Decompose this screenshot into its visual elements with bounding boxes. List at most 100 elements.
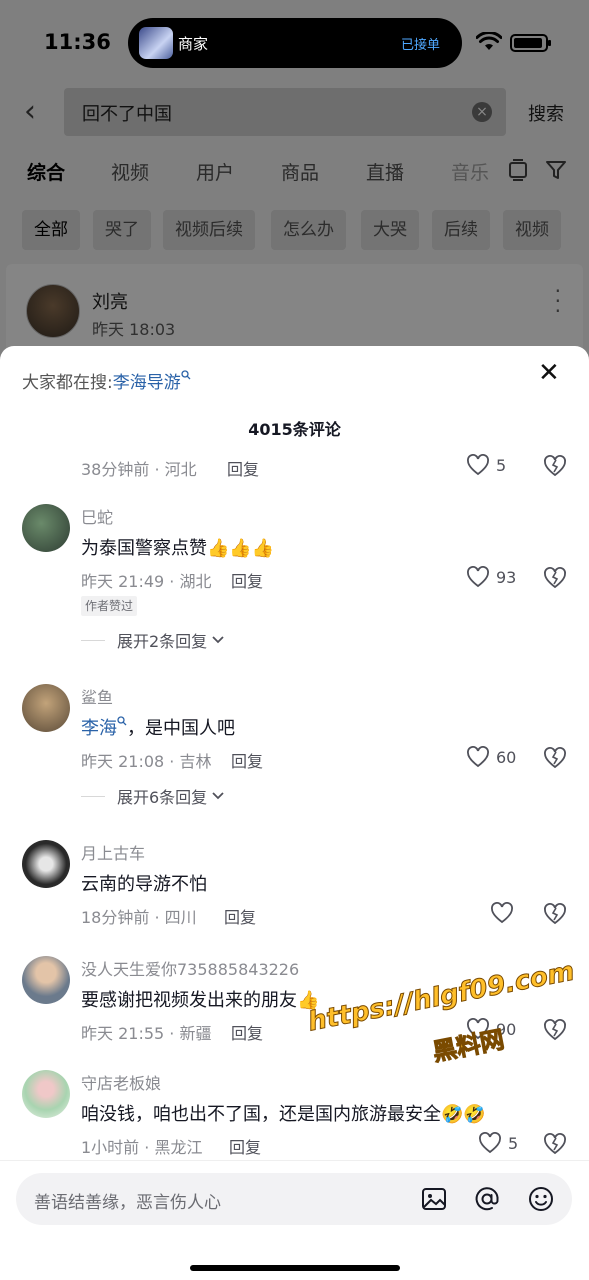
like-button[interactable]: 60: [466, 746, 516, 768]
reply-button[interactable]: 回复: [227, 456, 259, 480]
back-arrow-icon[interactable]: ‹: [24, 97, 48, 128]
close-icon[interactable]: ✕: [538, 360, 560, 386]
divider: [81, 639, 105, 641]
comment-sheet: 大家都在搜:李海导游 ✕ 4015条评论 38分钟前 · 河北 回复 5 巳蛇 …: [0, 346, 589, 1280]
comment-meta: 1小时前 · 黑龙江: [81, 1138, 203, 1157]
reply-button[interactable]: 回复: [231, 1020, 263, 1044]
comment-text: 云南的导游不怕: [81, 874, 207, 895]
like-button[interactable]: 5: [466, 454, 506, 476]
comment-text: 李海 ，是中国人吧: [81, 716, 235, 739]
mention-link[interactable]: 李海: [81, 718, 117, 739]
hot-search-term[interactable]: 李海导游: [113, 373, 181, 393]
comment-username[interactable]: 没人天生爱你735885843226: [81, 956, 299, 980]
expand-replies-button[interactable]: 展开2条回复: [81, 628, 225, 652]
search-bar: ‹ 回不了中国 × 搜索: [0, 88, 589, 138]
layout-icon[interactable]: [507, 158, 529, 182]
reply-button[interactable]: 回复: [231, 568, 263, 592]
avatar[interactable]: [26, 284, 80, 338]
avatar[interactable]: [22, 504, 70, 552]
search-icon: [117, 716, 127, 726]
hot-search-hint[interactable]: 大家都在搜:李海导游: [22, 368, 191, 393]
dislike-icon[interactable]: [542, 1018, 568, 1042]
avatar[interactable]: [22, 684, 70, 732]
comment-username[interactable]: 守店老板娘: [81, 1070, 161, 1094]
comment-input-bar: 善语结善缘，恶言伤人心: [0, 1160, 589, 1280]
like-button[interactable]: [490, 902, 514, 924]
dislike-icon[interactable]: [542, 746, 568, 770]
emoji-icon[interactable]: [527, 1185, 555, 1213]
tab-live[interactable]: 直播: [366, 158, 404, 185]
island-title: 商家: [178, 35, 209, 53]
expand-replies-button[interactable]: 展开6条回复: [81, 784, 225, 808]
comment-username[interactable]: 巳蛇: [81, 504, 113, 528]
comment-input[interactable]: 善语结善缘，恶言伤人心: [16, 1173, 572, 1225]
more-icon[interactable]: · · ·: [555, 281, 561, 321]
chip-video[interactable]: 视频: [503, 210, 561, 250]
tab-users[interactable]: 用户: [196, 158, 234, 185]
tab-videos[interactable]: 视频: [111, 158, 149, 185]
heart-icon: [467, 746, 489, 768]
comment-meta: 38分钟前 · 河北: [81, 460, 197, 479]
search-button[interactable]: 搜索: [528, 100, 564, 126]
home-indicator: [190, 1265, 400, 1271]
clear-icon[interactable]: ×: [472, 102, 492, 122]
result-tabs: 综合 视频 用户 商品 直播 音乐: [0, 158, 589, 188]
like-count: 5: [508, 1133, 519, 1153]
comment-meta: 昨天 21:49 · 湖北: [81, 572, 212, 591]
heart-icon: [491, 902, 513, 924]
search-input[interactable]: 回不了中国 ×: [64, 88, 506, 136]
like-count: 60: [496, 747, 517, 767]
post-time: 昨天 18:03: [92, 320, 176, 339]
chip-cried[interactable]: 哭了: [93, 210, 151, 250]
hot-search-prefix: 大家都在搜:: [22, 373, 113, 393]
reply-button[interactable]: 回复: [231, 748, 263, 772]
tab-music[interactable]: 音乐: [451, 158, 489, 185]
chip-follow-up[interactable]: 后续: [432, 210, 490, 250]
chevron-down-icon: [212, 636, 224, 644]
reply-button[interactable]: 回复: [224, 904, 256, 928]
like-button[interactable]: 93: [466, 566, 516, 588]
background-page: 11:36 商家 已接单 ‹ 回不了中国 × 搜索 综合 视频 用户 商品 直播…: [0, 0, 589, 360]
tab-products[interactable]: 商品: [281, 158, 319, 185]
comment-meta: 昨天 21:08 · 吉林: [81, 752, 212, 771]
dynamic-island[interactable]: 商家 已接单: [128, 18, 462, 68]
like-count: 93: [496, 567, 517, 587]
image-icon[interactable]: [420, 1185, 448, 1213]
comment-meta: 昨天 21:55 · 新疆: [81, 1024, 212, 1043]
wifi-icon: [476, 32, 502, 50]
filter-chips: 全部 哭了 视频后续 怎么办 大哭 后续 视频: [0, 210, 589, 250]
heart-icon: [467, 566, 489, 588]
comment-text: 咱没钱，咱也出不了国，还是国内旅游最安全🤣🤣: [81, 1104, 486, 1125]
comment-username[interactable]: 月上古车: [81, 840, 145, 864]
comment-input-placeholder: 善语结善缘，恶言伤人心: [34, 1193, 221, 1213]
reply-button[interactable]: 回复: [229, 1134, 261, 1158]
dislike-icon[interactable]: [542, 566, 568, 590]
dislike-icon[interactable]: [542, 902, 568, 926]
divider: [81, 795, 105, 797]
author-name[interactable]: 刘亮: [92, 288, 128, 314]
status-bar: 11:36 商家 已接单: [0, 18, 589, 68]
like-button[interactable]: 5: [478, 1132, 518, 1154]
at-mention-icon[interactable]: [473, 1185, 501, 1213]
like-count: 5: [496, 455, 507, 475]
chip-all[interactable]: 全部: [22, 210, 80, 250]
author-liked-badge: 作者赞过: [81, 596, 138, 616]
island-thumbnail: [139, 27, 173, 59]
avatar[interactable]: [22, 956, 70, 1004]
tab-all[interactable]: 综合: [27, 158, 65, 185]
dislike-icon[interactable]: [542, 454, 568, 478]
filter-icon[interactable]: [545, 158, 567, 182]
avatar[interactable]: [22, 840, 70, 888]
avatar[interactable]: [22, 1070, 70, 1118]
search-query: 回不了中国: [82, 104, 172, 125]
dislike-icon[interactable]: [542, 1132, 568, 1156]
chip-what-to-do[interactable]: 怎么办: [271, 210, 346, 250]
heart-icon: [467, 454, 489, 476]
battery-icon: [510, 34, 551, 52]
chevron-down-icon: [212, 792, 224, 800]
chip-big-cry[interactable]: 大哭: [361, 210, 419, 250]
comment-text: 为泰国警察点赞👍👍👍: [81, 538, 275, 559]
comment-username[interactable]: 鲨鱼: [81, 684, 113, 708]
chip-video-follow-up[interactable]: 视频后续: [163, 210, 255, 250]
laughing-emoji: 🤣🤣: [441, 1104, 486, 1125]
